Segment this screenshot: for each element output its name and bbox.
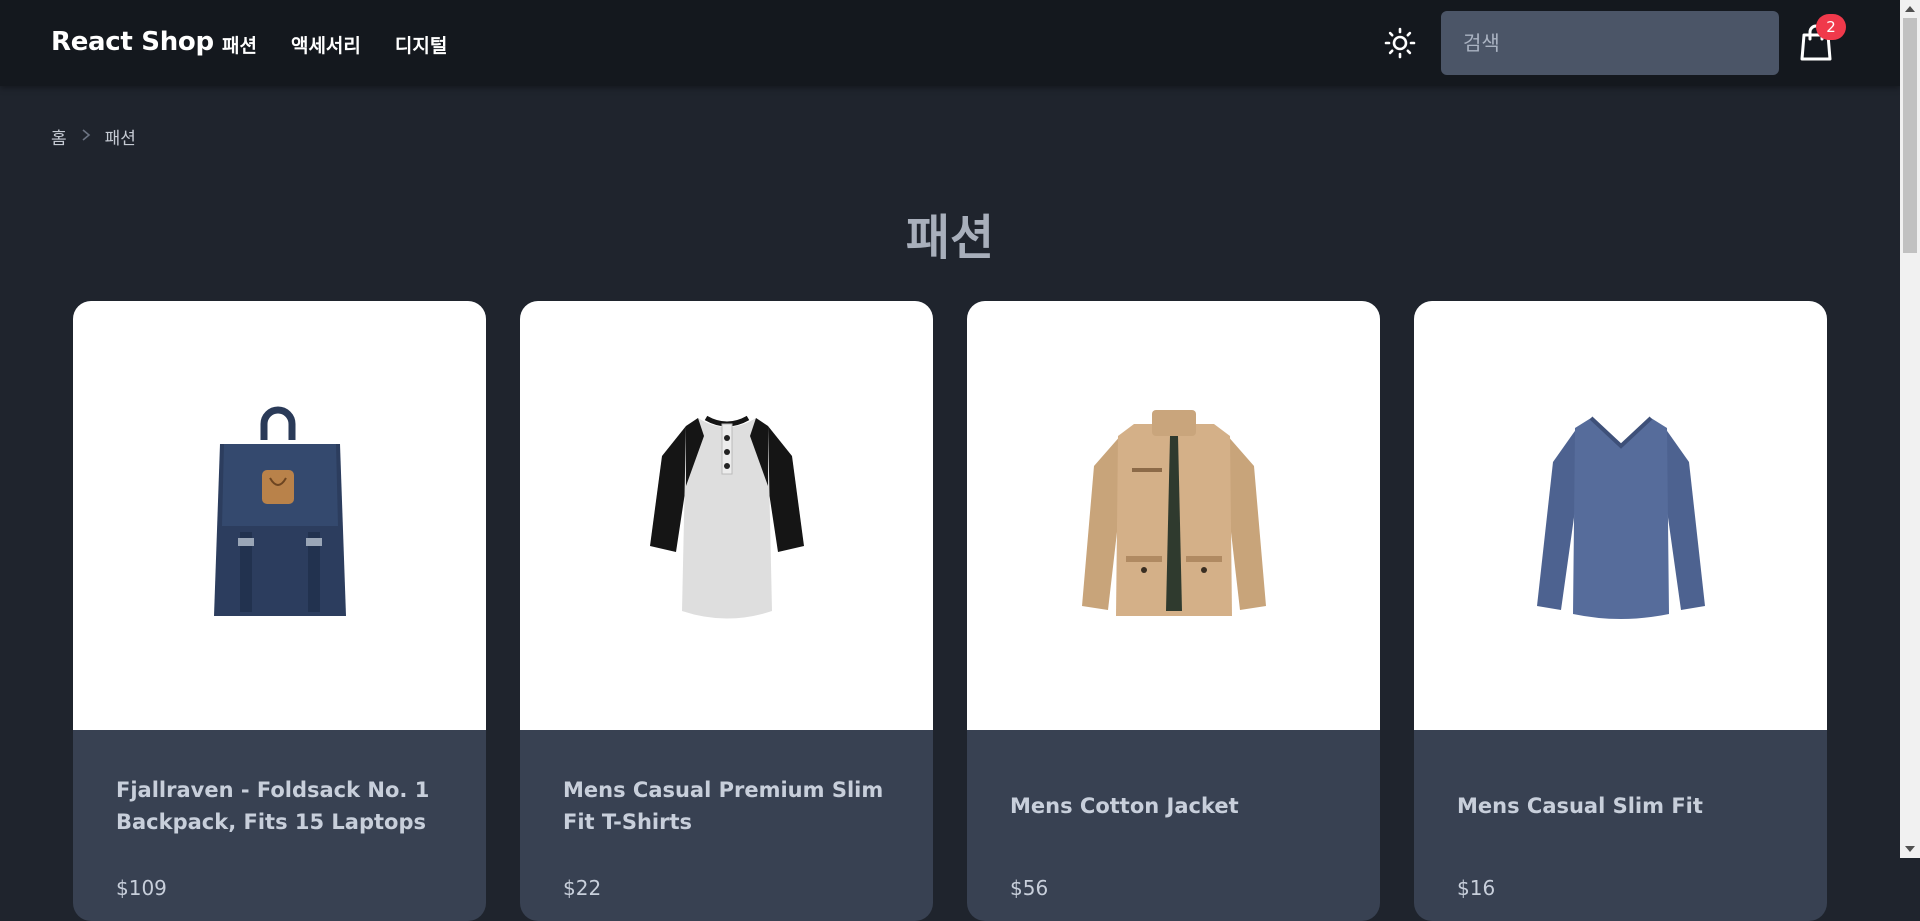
product-image-long-sleeve: [1414, 301, 1827, 730]
breadcrumb-current: 패션: [104, 129, 136, 149]
product-list: Fjallraven - Foldsack No. 1 Backpack, Fi…: [73, 301, 1827, 921]
nav-link-fashion[interactable]: 패션: [222, 31, 257, 58]
product-price: $109: [116, 876, 167, 900]
product-price: $16: [1457, 876, 1496, 900]
brand-logo[interactable]: React Shop: [51, 27, 214, 57]
product-card[interactable]: Mens Cotton Jacket $56: [967, 301, 1380, 921]
product-card-body: Fjallraven - Foldsack No. 1 Backpack, Fi…: [73, 730, 486, 900]
product-card[interactable]: Fjallraven - Foldsack No. 1 Backpack, Fi…: [73, 301, 486, 921]
product-title: Fjallraven - Foldsack No. 1 Backpack, Fi…: [116, 778, 430, 834]
breadcrumb-home[interactable]: 홈: [51, 124, 67, 149]
nav-link-digital[interactable]: 디지털: [395, 31, 447, 58]
scrollbar-thumb[interactable]: [1903, 18, 1917, 253]
product-title: Mens Casual Slim Fit: [1457, 794, 1703, 818]
main-nav: 패션 액세서리 디지털: [222, 31, 447, 58]
product-card[interactable]: Mens Casual Premium Slim Fit T-Shirts $2…: [520, 301, 933, 921]
product-price: $22: [563, 876, 602, 900]
nav-link-accessory[interactable]: 액세서리: [291, 31, 361, 58]
page-title: 패션: [905, 210, 995, 266]
product-title: Mens Casual Premium Slim Fit T-Shirts: [563, 778, 884, 834]
product-price: $56: [1010, 876, 1049, 900]
chevron-right-icon: [81, 127, 91, 146]
product-title: Mens Cotton Jacket: [1010, 794, 1239, 818]
product-image-raglan-shirt: [520, 301, 933, 730]
sun-icon[interactable]: [1384, 27, 1416, 59]
product-card-body: Mens Casual Slim Fit $16: [1414, 730, 1827, 900]
vertical-scrollbar[interactable]: [1900, 0, 1920, 858]
scroll-up-arrow-icon[interactable]: [1905, 6, 1915, 12]
product-card[interactable]: Mens Casual Slim Fit $16: [1414, 301, 1827, 921]
product-card-body: Mens Casual Premium Slim Fit T-Shirts $2…: [520, 730, 933, 900]
navbar: React Shop 패션 액세서리 디지털 2: [0, 0, 1900, 86]
cart-count-badge: 2: [1816, 14, 1846, 40]
breadcrumb: 홈 패션: [51, 124, 136, 149]
search-input[interactable]: [1441, 11, 1779, 75]
product-image-jacket: [967, 301, 1380, 730]
product-card-body: Mens Cotton Jacket $56: [967, 730, 1380, 900]
product-image-backpack: [73, 301, 486, 730]
scroll-down-arrow-icon[interactable]: [1905, 846, 1915, 852]
